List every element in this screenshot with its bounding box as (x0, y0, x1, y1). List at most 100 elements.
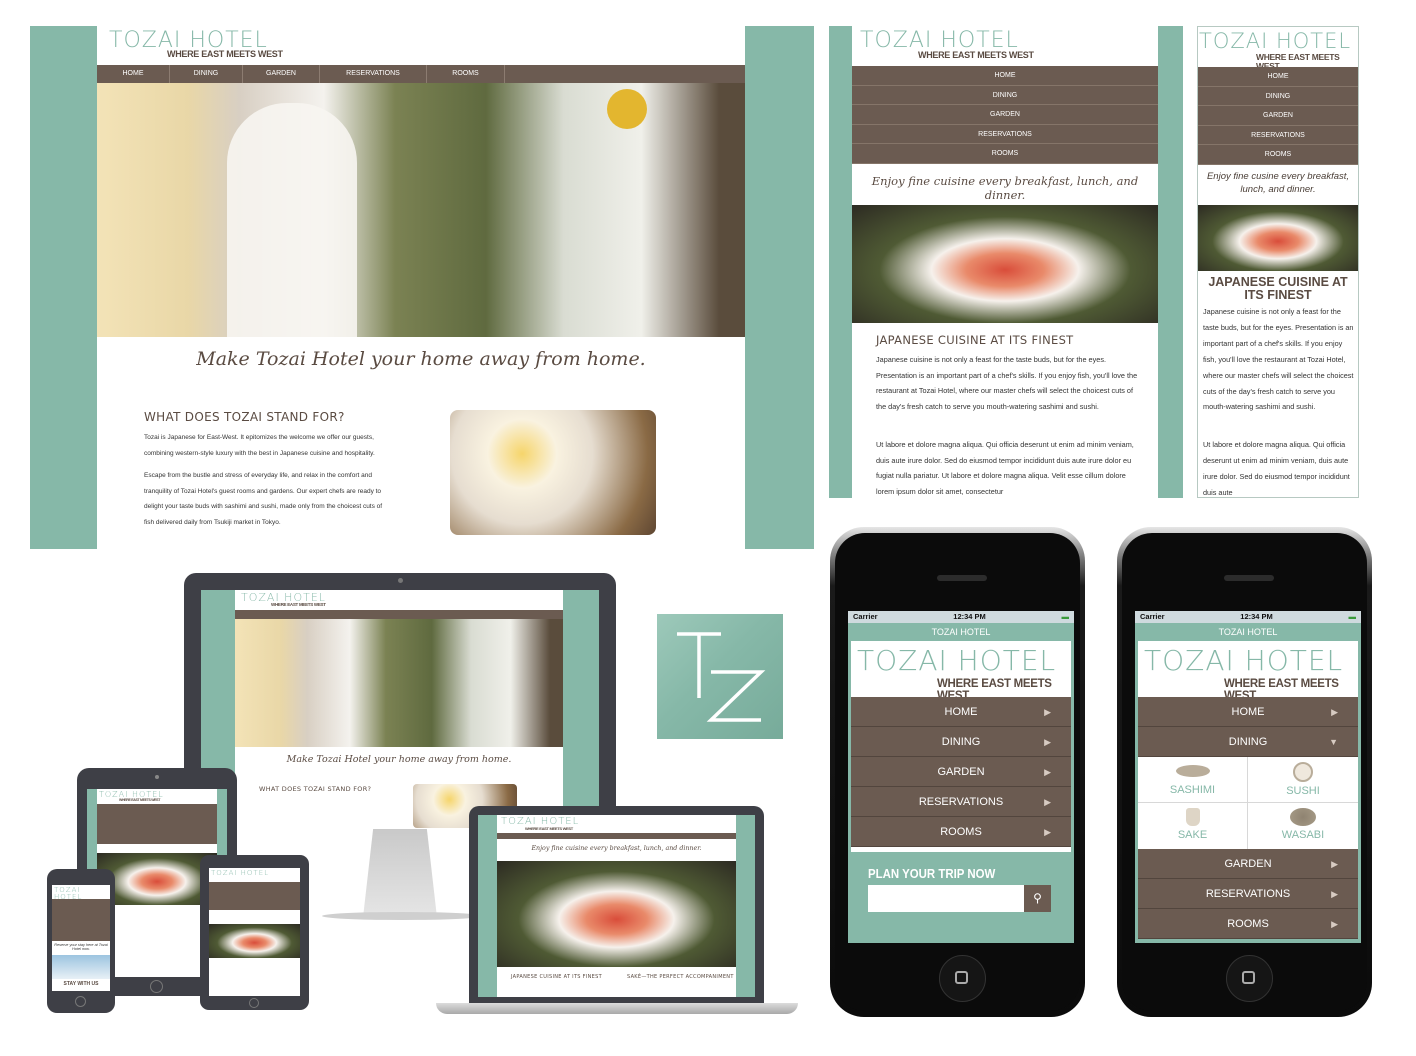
small-tablet-photo (209, 924, 300, 958)
monitor-camera (398, 578, 403, 583)
tablet-script-tagline: Enjoy fine cuisine every breakfast, lunc… (871, 174, 1139, 202)
desktop-nav-rooms[interactable]: ROOMS (427, 65, 505, 83)
iphone-left-menu-reservations[interactable]: RESERVATIONS ▶ (851, 787, 1071, 817)
iphone-left-carrier: Carrier (853, 612, 878, 621)
battery-icon: ▬ (1348, 612, 1356, 621)
iphone-right-home-button[interactable] (1226, 955, 1273, 1002)
menu-label: GARDEN (1224, 858, 1272, 870)
phone-paragraph-2: Ut labore et dolore magna aliqua. Qui of… (1203, 440, 1350, 497)
laptop-nav (497, 833, 736, 839)
menu-label: ROOMS (1227, 918, 1269, 930)
iphone-left-home-button[interactable] (939, 955, 986, 1002)
dining-item-sushi[interactable]: SUSHI (1248, 757, 1358, 803)
iphone-left-menu-dining[interactable]: DINING ▶ (851, 727, 1071, 757)
iphone-right-menu-rooms[interactable]: ROOMS ▶ (1138, 909, 1358, 939)
desktop-paragraph-2: Escape from the bustle and stress of eve… (144, 472, 383, 526)
chevron-right-icon: ▶ (1044, 767, 1051, 777)
tablet-sushi-photo (852, 205, 1158, 323)
tablet-nav-dining[interactable]: DINING (852, 85, 1158, 105)
chevron-right-icon: ▶ (1331, 919, 1338, 929)
menu-label: DINING (1228, 736, 1268, 748)
desktop-nav: HOME DINING GARDEN RESERVATIONS ROOMS (97, 65, 745, 83)
iphone-left-plan-title: PLAN YOUR TRIP NOW (868, 866, 996, 881)
chevron-right-icon: ▶ (1044, 827, 1051, 837)
small-phone-nav (52, 899, 110, 941)
iphone-left-menu-rooms[interactable]: ROOMS ▶ (851, 817, 1071, 847)
iphone-left-menu-garden[interactable]: GARDEN ▶ (851, 757, 1071, 787)
small-tablet-logo: TOZAI HOTEL (211, 869, 270, 877)
iphone-left-status-bar: Carrier 12:34 PM ▬ (848, 611, 1074, 623)
tablet-nav-rooms[interactable]: ROOMS (852, 144, 1158, 164)
phone-nav-reservations[interactable]: RESERVATIONS (1198, 125, 1358, 145)
wasabi-icon (1290, 808, 1316, 826)
small-phone-cta[interactable]: STAY WITH US (52, 981, 110, 987)
dining-item-label: SASHIMI (1169, 784, 1216, 796)
desktop-nav-home[interactable]: HOME (97, 65, 170, 83)
phone-nav-dining[interactable]: DINING (1198, 86, 1358, 106)
iphone-right-header: TOZAI HOTEL (1218, 627, 1278, 637)
laptop-script-tagline: Enjoy fine cuisine every breakfast, lunc… (531, 845, 702, 852)
menu-label: ROOMS (940, 826, 982, 838)
desktop-nav-reservations[interactable]: RESERVATIONS (320, 65, 427, 83)
iphone-right-status-bar: Carrier 12:34 PM ▬ (1135, 611, 1361, 623)
menu-label: GARDEN (937, 766, 985, 778)
tablet-nav-reservations[interactable]: RESERVATIONS (852, 124, 1158, 144)
iphone-right-menu-dining[interactable]: DINING ▼ (1138, 727, 1358, 757)
tablet-device-tagline: WHERE EAST MEETS WEST (119, 798, 161, 802)
monitor-base (322, 912, 482, 920)
iphone-left-logo-box: TOZAI HOTEL WHERE EAST MEETS WEST (851, 641, 1071, 701)
iphone-left-time: 12:34 PM (953, 612, 986, 621)
dining-item-wasabi[interactable]: WASABI (1248, 803, 1358, 849)
iphone-right-menu: HOME ▶ DINING ▼ (1138, 697, 1358, 757)
tablet-device-nav (97, 804, 217, 844)
phone-section-title: JAPANESE CUISINE AT ITS FINEST (1208, 275, 1348, 302)
iphone-left-menu-home[interactable]: HOME ▶ (851, 697, 1071, 727)
chevron-right-icon: ▶ (1044, 737, 1051, 747)
tablet-nav-home[interactable]: HOME (852, 66, 1158, 86)
tablet-nav-garden[interactable]: GARDEN (852, 105, 1158, 125)
phone-nav-home[interactable]: HOME (1198, 67, 1358, 87)
iphone-left-search-button[interactable]: ⚲ (1024, 885, 1051, 912)
monitor-script-tagline: Make Tozai Hotel your home away from hom… (286, 754, 512, 765)
iphone-left-menu: HOME ▶ DINING ▶ GARDEN ▶ RESERVATIONS ▶ ROOM… (851, 697, 1071, 847)
small-tablet-nav (209, 882, 300, 910)
tablet-nav: HOME DINING GARDEN RESERVATIONS ROOMS (852, 66, 1158, 164)
chevron-right-icon: ▶ (1044, 797, 1051, 807)
iphone-right-menu-reservations[interactable]: RESERVATIONS ▶ (1138, 879, 1358, 909)
chevron-right-icon: ▶ (1331, 859, 1338, 869)
iphone-right-screen: Carrier 12:34 PM ▬ TOZAI HOTEL TOZAI HOT… (1135, 611, 1361, 943)
phone-site-mockup: TOZAI HOTEL WHERE EAST MEETS WEST HOME D… (1197, 26, 1359, 498)
iphone-left-speaker (937, 575, 987, 581)
small-tablet-frame: TOZAI HOTEL (200, 855, 309, 1010)
monitor-frame: TOZAI HOTEL WHERE EAST MEETS WEST Make T… (184, 573, 616, 829)
dining-item-label: SUSHI (1286, 785, 1320, 797)
dining-item-sashimi[interactable]: SASHIMI (1138, 757, 1248, 803)
desktop-nav-garden[interactable]: GARDEN (243, 65, 320, 83)
desktop-script-tagline: Make Tozai Hotel your home away from hom… (196, 348, 646, 370)
laptop-section-title-1: JAPANESE CUISINE AT ITS FINEST (511, 974, 602, 980)
tablet-paragraph-1: Japanese cuisine is not only a feast for… (876, 355, 1138, 412)
desktop-nav-dining[interactable]: DINING (170, 65, 243, 83)
iphone-right-logo[interactable]: TOZAI HOTEL (1144, 647, 1343, 675)
desktop-tagline: WHERE EAST MEETS WEST (167, 49, 283, 59)
phone-nav-rooms[interactable]: ROOMS (1198, 145, 1358, 165)
menu-label: HOME (1231, 706, 1265, 718)
phone-logo[interactable]: TOZAI HOTEL (1199, 31, 1351, 52)
phone-script-tagline: Enjoy fine cusine every breakfast, lunch… (1206, 171, 1350, 195)
battery-icon: ▬ (1061, 612, 1069, 621)
iphone-right-menu-home[interactable]: HOME ▶ (1138, 697, 1358, 727)
tz-logo-tile (657, 614, 783, 739)
iphone-left-logo[interactable]: TOZAI HOTEL (857, 647, 1056, 675)
chevron-right-icon: ▶ (1044, 707, 1051, 717)
iphone-left: Carrier 12:34 PM ▬ TOZAI HOTEL TOZAI HOT… (830, 527, 1085, 1017)
phone-nav-garden[interactable]: GARDEN (1198, 106, 1358, 126)
laptop-section-title-2: SAKÉ—THE PERFECT ACCOMPANIMENT (627, 974, 734, 980)
iphone-right-menu-garden[interactable]: GARDEN ▶ (1138, 849, 1358, 879)
tablet-logo[interactable]: TOZAI HOTEL (860, 30, 1019, 52)
monitor-section-title: WHAT DOES TOZAI STAND FOR? (259, 785, 372, 793)
iphone-right-speaker (1224, 575, 1274, 581)
small-phone-photo (52, 955, 110, 979)
dining-item-sake[interactable]: SAKE (1138, 803, 1248, 849)
iphone-left-search-input[interactable] (868, 885, 1024, 912)
desktop-paragraph-1: Tozai is Japanese for East-West. It epit… (144, 434, 375, 457)
